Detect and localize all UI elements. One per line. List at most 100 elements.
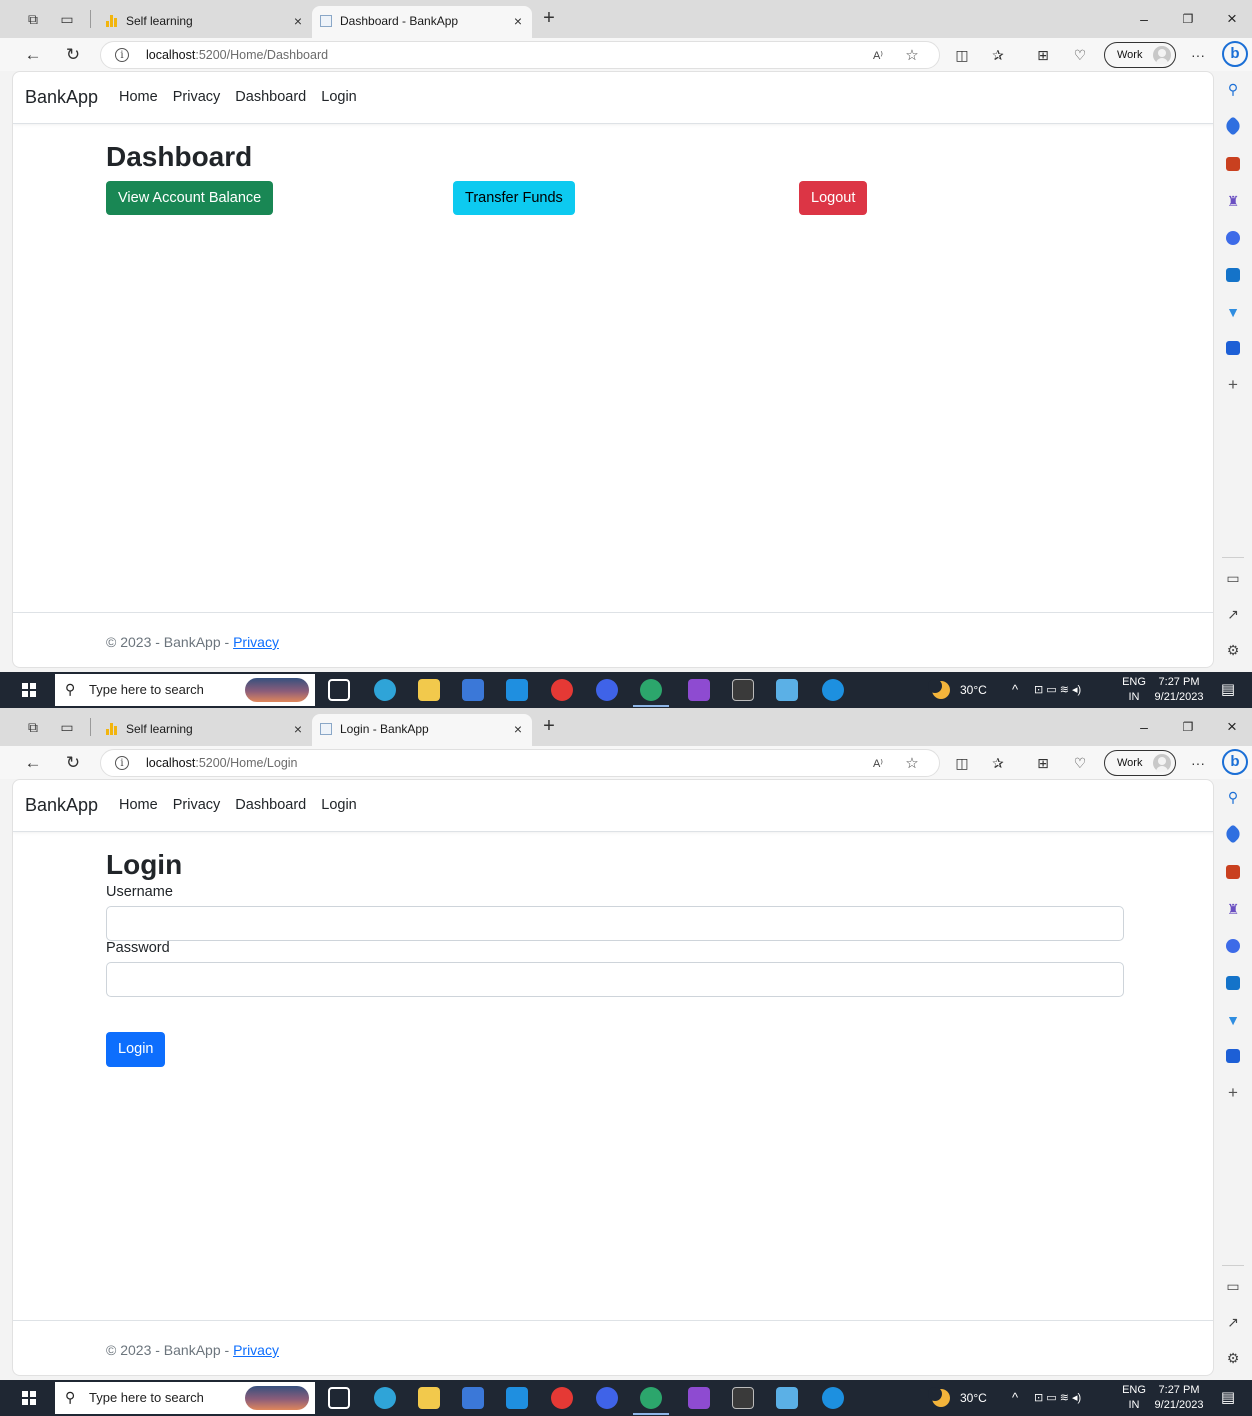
url-text[interactable]: localhost:5200/Home/Dashboard (146, 42, 328, 68)
favorites-icon[interactable]: ✰ (986, 43, 1010, 67)
new-tab-button[interactable]: + (538, 7, 560, 31)
tab-actions-icon[interactable]: ▭ (56, 8, 78, 30)
tab-actions-icon[interactable]: ▭ (56, 716, 78, 738)
shopping-tag-icon[interactable] (1223, 116, 1243, 136)
clock[interactable]: 7:27 PM 9/21/2023 (1148, 1383, 1210, 1413)
clock[interactable]: 7:27 PM 9/21/2023 (1148, 675, 1210, 705)
outlook-icon[interactable] (1226, 976, 1240, 990)
file-explorer-icon[interactable] (418, 1387, 440, 1409)
login-submit-button[interactable]: Login (106, 1032, 166, 1067)
more-options-icon[interactable]: ··· (1186, 43, 1210, 67)
favorite-star-icon[interactable]: ☆ (901, 45, 923, 67)
restore-button[interactable]: ❐ (1168, 714, 1208, 740)
brand-link[interactable]: BankApp (25, 87, 98, 108)
tray-chevron-icon[interactable]: ^ (1012, 1380, 1018, 1416)
tab-dashboard[interactable]: Dashboard - BankApp × (312, 6, 532, 38)
address-bar[interactable]: i localhost:5200/Home/Dashboard A⁾ ☆ (100, 41, 940, 69)
minimize-button[interactable]: – (1124, 714, 1164, 740)
nav-privacy[interactable]: Privacy (173, 89, 221, 105)
tab-self-learning[interactable]: Self learning × (98, 6, 312, 38)
tray-icons[interactable]: ⊡ ▭ ≋ ◂) (1034, 672, 1081, 708)
edge-app-icon[interactable] (374, 679, 396, 701)
favorites-icon[interactable]: ✰ (986, 751, 1010, 775)
view-balance-button[interactable]: View Account Balance (106, 181, 274, 215)
address-bar[interactable]: i localhost:5200/Home/Login A⁾ ☆ (100, 749, 940, 777)
favorite-star-icon[interactable]: ☆ (901, 753, 923, 775)
language-indicator[interactable]: ENG IN (1118, 675, 1150, 705)
tab-login[interactable]: Login - BankApp × (312, 714, 532, 746)
minimize-button[interactable]: – (1124, 6, 1164, 32)
footer-privacy-link[interactable]: Privacy (233, 634, 279, 650)
profile-button[interactable]: Work (1104, 750, 1176, 776)
footer-privacy-link[interactable]: Privacy (233, 1342, 279, 1358)
pen-tool-icon[interactable] (776, 679, 798, 701)
tray-icons[interactable]: ⊡ ▭ ≋ ◂) (1034, 1380, 1081, 1416)
workspaces-icon[interactable]: ⧉ (22, 8, 44, 30)
games-icon[interactable]: ♜ (1223, 191, 1243, 211)
new-tab-button[interactable]: + (538, 715, 560, 739)
edge-dev-app-icon[interactable] (640, 1387, 662, 1409)
task-view-icon[interactable] (328, 1387, 350, 1409)
tools-briefcase-icon[interactable] (1226, 157, 1240, 171)
microsoft-365-icon[interactable] (1226, 939, 1240, 953)
shopping-tag-icon[interactable] (1223, 824, 1243, 844)
tools-briefcase-icon[interactable] (1226, 865, 1240, 879)
drop-icon[interactable]: ▼ (1223, 302, 1243, 322)
close-window-button[interactable]: × (1212, 714, 1252, 740)
teams-icon[interactable] (1226, 341, 1240, 355)
drop-icon[interactable]: ▼ (1223, 1010, 1243, 1030)
workspaces-icon[interactable]: ⧉ (22, 716, 44, 738)
nav-home[interactable]: Home (119, 797, 158, 813)
split-screen-icon[interactable]: ◫ (950, 43, 974, 67)
pen-tool-icon[interactable] (776, 1387, 798, 1409)
sidebar-settings-gear-icon[interactable]: ⚙ (1223, 1348, 1243, 1368)
tab-self-learning[interactable]: Self learning × (98, 714, 312, 746)
copilot-app-icon[interactable] (596, 1387, 618, 1409)
restore-button[interactable]: ❐ (1168, 6, 1208, 32)
visual-studio-icon[interactable] (688, 1387, 710, 1409)
copilot-app-icon[interactable] (596, 679, 618, 701)
add-sidebar-app-icon[interactable]: + (1223, 1083, 1243, 1103)
terminal-icon[interactable] (732, 679, 754, 701)
nav-home[interactable]: Home (119, 89, 158, 105)
docker-icon[interactable] (822, 1387, 844, 1409)
browser-essentials-icon[interactable]: ♡ (1068, 751, 1092, 775)
search-icon[interactable]: ⚲ (1223, 79, 1243, 99)
username-input[interactable] (106, 906, 1124, 941)
split-screen-icon[interactable]: ◫ (950, 751, 974, 775)
task-view-icon[interactable] (328, 679, 350, 701)
browser-essentials-icon[interactable]: ♡ (1068, 43, 1092, 67)
chrome-app-icon[interactable] (551, 1387, 573, 1409)
hide-sidebar-icon[interactable]: ▭ (1223, 568, 1243, 588)
brand-link[interactable]: BankApp (25, 795, 98, 816)
add-sidebar-app-icon[interactable]: + (1223, 375, 1243, 395)
read-aloud-icon[interactable]: A⁾ (867, 753, 889, 775)
tab-close-icon[interactable]: × (294, 6, 302, 36)
sidebar-settings-gear-icon[interactable]: ⚙ (1223, 640, 1243, 660)
tab-close-icon[interactable]: × (294, 714, 302, 744)
language-indicator[interactable]: ENG IN (1118, 1383, 1150, 1413)
back-arrow-icon[interactable]: ← (20, 750, 46, 776)
temperature-text[interactable]: 30°C (960, 1380, 987, 1416)
edge-app-icon[interactable] (374, 1387, 396, 1409)
logout-button[interactable]: Logout (799, 181, 868, 215)
temperature-text[interactable]: 30°C (960, 672, 987, 708)
store-app-icon[interactable] (462, 679, 484, 701)
weather-icon[interactable] (928, 1387, 950, 1407)
refresh-icon[interactable]: ↻ (60, 750, 86, 776)
profile-button[interactable]: Work (1104, 42, 1176, 68)
open-external-icon[interactable]: ↗ (1223, 604, 1243, 624)
microsoft-365-icon[interactable] (1226, 231, 1240, 245)
tab-close-icon[interactable]: × (514, 714, 522, 744)
windows-start-icon[interactable] (22, 683, 36, 697)
edge-dev-app-icon[interactable] (640, 679, 662, 701)
nav-privacy[interactable]: Privacy (173, 797, 221, 813)
games-icon[interactable]: ♜ (1223, 899, 1243, 919)
mail-app-icon[interactable] (506, 679, 528, 701)
notification-icon[interactable]: ▤ (1218, 1388, 1238, 1408)
tray-chevron-icon[interactable]: ^ (1012, 672, 1018, 708)
close-window-button[interactable]: × (1212, 6, 1252, 32)
bing-copilot-icon[interactable]: b (1222, 41, 1248, 67)
site-info-icon[interactable]: i (115, 756, 129, 770)
terminal-icon[interactable] (732, 1387, 754, 1409)
